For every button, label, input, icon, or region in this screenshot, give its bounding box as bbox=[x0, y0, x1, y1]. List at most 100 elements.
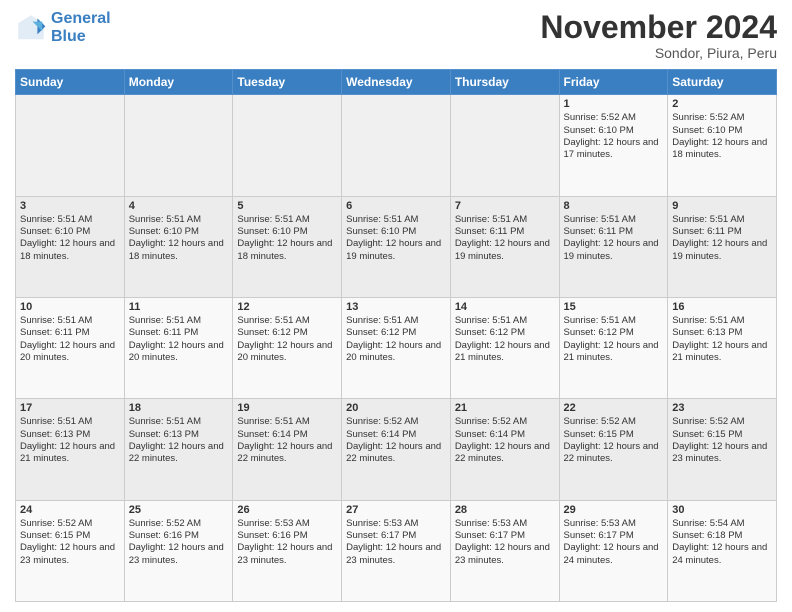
day-info: Sunset: 6:12 PM bbox=[564, 327, 664, 339]
day-info: Sunset: 6:10 PM bbox=[346, 226, 446, 238]
day-info: Daylight: 12 hours and 17 minutes. bbox=[564, 137, 664, 162]
calendar-cell: 23Sunrise: 5:52 AMSunset: 6:15 PMDayligh… bbox=[668, 399, 777, 500]
day-info: Daylight: 12 hours and 21 minutes. bbox=[564, 340, 664, 365]
week-row-5: 24 Sunrise: 5:52 AM Sunset: 6:15 PM Dayligh… bbox=[16, 500, 777, 601]
day-info: Daylight: 12 hours and 23 minutes. bbox=[455, 542, 555, 567]
calendar-cell: 10Sunrise: 5:51 AMSunset: 6:11 PMDayligh… bbox=[16, 297, 125, 398]
day-info: Daylight: 12 hours and 18 minutes. bbox=[20, 238, 120, 263]
day-info: Daylight: 12 hours and 20 minutes. bbox=[20, 340, 120, 365]
calendar-cell: 19 Sunrise: 5:51 AMSunset: 6:14 PMDayligh… bbox=[233, 399, 342, 500]
day-info: Sunset: 6:11 PM bbox=[672, 226, 772, 238]
title-area: November 2024 Sondor, Piura, Peru bbox=[540, 10, 777, 61]
day-info: Sunrise: 5:52 AM bbox=[564, 416, 664, 428]
day-info: Sunrise: 5:54 AM bbox=[672, 518, 772, 530]
week-row-2: 3Sunrise: 5:51 AMSunset: 6:10 PMDaylight… bbox=[16, 196, 777, 297]
day-info: Sunset: 6:14 PM bbox=[455, 429, 555, 441]
day-info: Daylight: 12 hours and 22 minutes. bbox=[237, 441, 337, 466]
subtitle: Sondor, Piura, Peru bbox=[540, 45, 777, 61]
day-info: Sunset: 6:15 PM bbox=[20, 530, 120, 542]
day-info: Sunset: 6:11 PM bbox=[20, 327, 120, 339]
calendar-cell: 8Sunrise: 5:51 AMSunset: 6:11 PMDaylight… bbox=[559, 196, 668, 297]
calendar-table: SundayMondayTuesdayWednesdayThursdayFrid… bbox=[15, 69, 777, 602]
logo-icon bbox=[15, 12, 47, 44]
day-info: Sunset: 6:17 PM bbox=[346, 530, 446, 542]
logo-line1: General bbox=[51, 10, 111, 27]
day-info: Daylight: 12 hours and 23 minutes. bbox=[672, 441, 772, 466]
day-number: 19 bbox=[237, 402, 337, 414]
day-info: Daylight: 12 hours and 19 minutes. bbox=[455, 238, 555, 263]
day-number: 28 bbox=[455, 504, 555, 516]
day-info: Sunrise: 5:51 AM bbox=[672, 214, 772, 226]
calendar-cell: 14Sunrise: 5:51 AMSunset: 6:12 PMDayligh… bbox=[450, 297, 559, 398]
day-info: Sunset: 6:11 PM bbox=[129, 327, 229, 339]
day-number: 30 bbox=[672, 504, 772, 516]
day-info: Sunset: 6:15 PM bbox=[564, 429, 664, 441]
calendar-cell: 17Sunrise: 5:51 AMSunset: 6:13 PMDayligh… bbox=[16, 399, 125, 500]
main-title: November 2024 bbox=[540, 10, 777, 45]
logo: General Blue bbox=[15, 10, 111, 45]
day-info: Sunset: 6:10 PM bbox=[20, 226, 120, 238]
day-info: Daylight: 12 hours and 20 minutes. bbox=[346, 340, 446, 365]
day-info: Sunrise: 5:51 AM bbox=[20, 214, 120, 226]
calendar-cell: 11Sunrise: 5:51 AMSunset: 6:11 PMDayligh… bbox=[124, 297, 233, 398]
day-info: Sunset: 6:14 PM bbox=[237, 429, 337, 441]
calendar-cell: 3Sunrise: 5:51 AMSunset: 6:10 PMDaylight… bbox=[16, 196, 125, 297]
header: General Blue November 2024 Sondor, Piura… bbox=[15, 10, 777, 61]
day-number: 5 bbox=[237, 200, 337, 212]
day-info: Sunset: 6:12 PM bbox=[455, 327, 555, 339]
day-info: Sunrise: 5:52 AM bbox=[455, 416, 555, 428]
day-info: Sunset: 6:12 PM bbox=[237, 327, 337, 339]
calendar-cell: 5Sunrise: 5:51 AMSunset: 6:10 PMDaylight… bbox=[233, 196, 342, 297]
day-info: Sunrise: 5:51 AM bbox=[346, 315, 446, 327]
day-number: 23 bbox=[672, 402, 772, 414]
day-number: 24 bbox=[20, 504, 120, 516]
day-info: Sunrise: 5:52 AM bbox=[672, 112, 772, 124]
day-info: Daylight: 12 hours and 24 minutes. bbox=[564, 542, 664, 567]
calendar-cell: 24Sunrise: 5:52 AMSunset: 6:15 PMDayligh… bbox=[16, 500, 125, 601]
day-info: Sunrise: 5:52 AM bbox=[129, 518, 229, 530]
day-number: 1 bbox=[564, 98, 664, 110]
day-info: Daylight: 12 hours and 19 minutes. bbox=[564, 238, 664, 263]
day-header-monday: Monday bbox=[124, 70, 233, 95]
calendar-cell: 22 Sunrise: 5:52 AMSunset: 6:15 PMDayligh… bbox=[559, 399, 668, 500]
day-info: Daylight: 12 hours and 18 minutes. bbox=[672, 137, 772, 162]
day-number: 8 bbox=[564, 200, 664, 212]
day-info: Sunrise: 5:51 AM bbox=[346, 214, 446, 226]
calendar-cell: 26Sunrise: 5:53 AMSunset: 6:16 PMDayligh… bbox=[233, 500, 342, 601]
day-info: Sunset: 6:16 PM bbox=[129, 530, 229, 542]
calendar-cell: 15Sunrise: 5:51 AMSunset: 6:12 PMDayligh… bbox=[559, 297, 668, 398]
day-number: 11 bbox=[129, 301, 229, 313]
day-info: Sunrise: 5:51 AM bbox=[20, 416, 120, 428]
day-info: Sunset: 6:10 PM bbox=[672, 125, 772, 137]
day-info: Daylight: 12 hours and 20 minutes. bbox=[129, 340, 229, 365]
day-info: Sunrise: 5:51 AM bbox=[237, 416, 337, 428]
day-number: 27 bbox=[346, 504, 446, 516]
day-info: Sunset: 6:11 PM bbox=[455, 226, 555, 238]
calendar-cell: 25Sunrise: 5:52 AMSunset: 6:16 PMDayligh… bbox=[124, 500, 233, 601]
day-header-friday: Friday bbox=[559, 70, 668, 95]
calendar-cell: 13Sunrise: 5:51 AMSunset: 6:12 PMDayligh… bbox=[342, 297, 451, 398]
day-number: 17 bbox=[20, 402, 120, 414]
day-info: Sunrise: 5:53 AM bbox=[564, 518, 664, 530]
day-info: Sunrise: 5:51 AM bbox=[564, 214, 664, 226]
day-info: Sunset: 6:10 PM bbox=[564, 125, 664, 137]
day-info: Sunset: 6:17 PM bbox=[564, 530, 664, 542]
day-number: 25 bbox=[129, 504, 229, 516]
day-info: Daylight: 12 hours and 22 minutes. bbox=[564, 441, 664, 466]
day-info: Sunrise: 5:51 AM bbox=[237, 315, 337, 327]
calendar-cell: 28Sunrise: 5:53 AMSunset: 6:17 PMDayligh… bbox=[450, 500, 559, 601]
calendar-cell: 7Sunrise: 5:51 AMSunset: 6:11 PMDaylight… bbox=[450, 196, 559, 297]
day-number: 22 bbox=[564, 402, 664, 414]
day-number: 20 bbox=[346, 402, 446, 414]
logo-text: General Blue bbox=[51, 10, 111, 45]
day-number: 26 bbox=[237, 504, 337, 516]
day-info: Sunrise: 5:53 AM bbox=[455, 518, 555, 530]
calendar-cell: 4Sunrise: 5:51 AMSunset: 6:10 PMDaylight… bbox=[124, 196, 233, 297]
day-info: Sunset: 6:13 PM bbox=[129, 429, 229, 441]
day-info: Sunset: 6:14 PM bbox=[346, 429, 446, 441]
day-info: Sunrise: 5:51 AM bbox=[564, 315, 664, 327]
day-info: Sunset: 6:10 PM bbox=[237, 226, 337, 238]
calendar-cell: 2Sunrise: 5:52 AMSunset: 6:10 PMDaylight… bbox=[668, 95, 777, 196]
day-info: Sunrise: 5:52 AM bbox=[672, 416, 772, 428]
day-info: Daylight: 12 hours and 19 minutes. bbox=[672, 238, 772, 263]
